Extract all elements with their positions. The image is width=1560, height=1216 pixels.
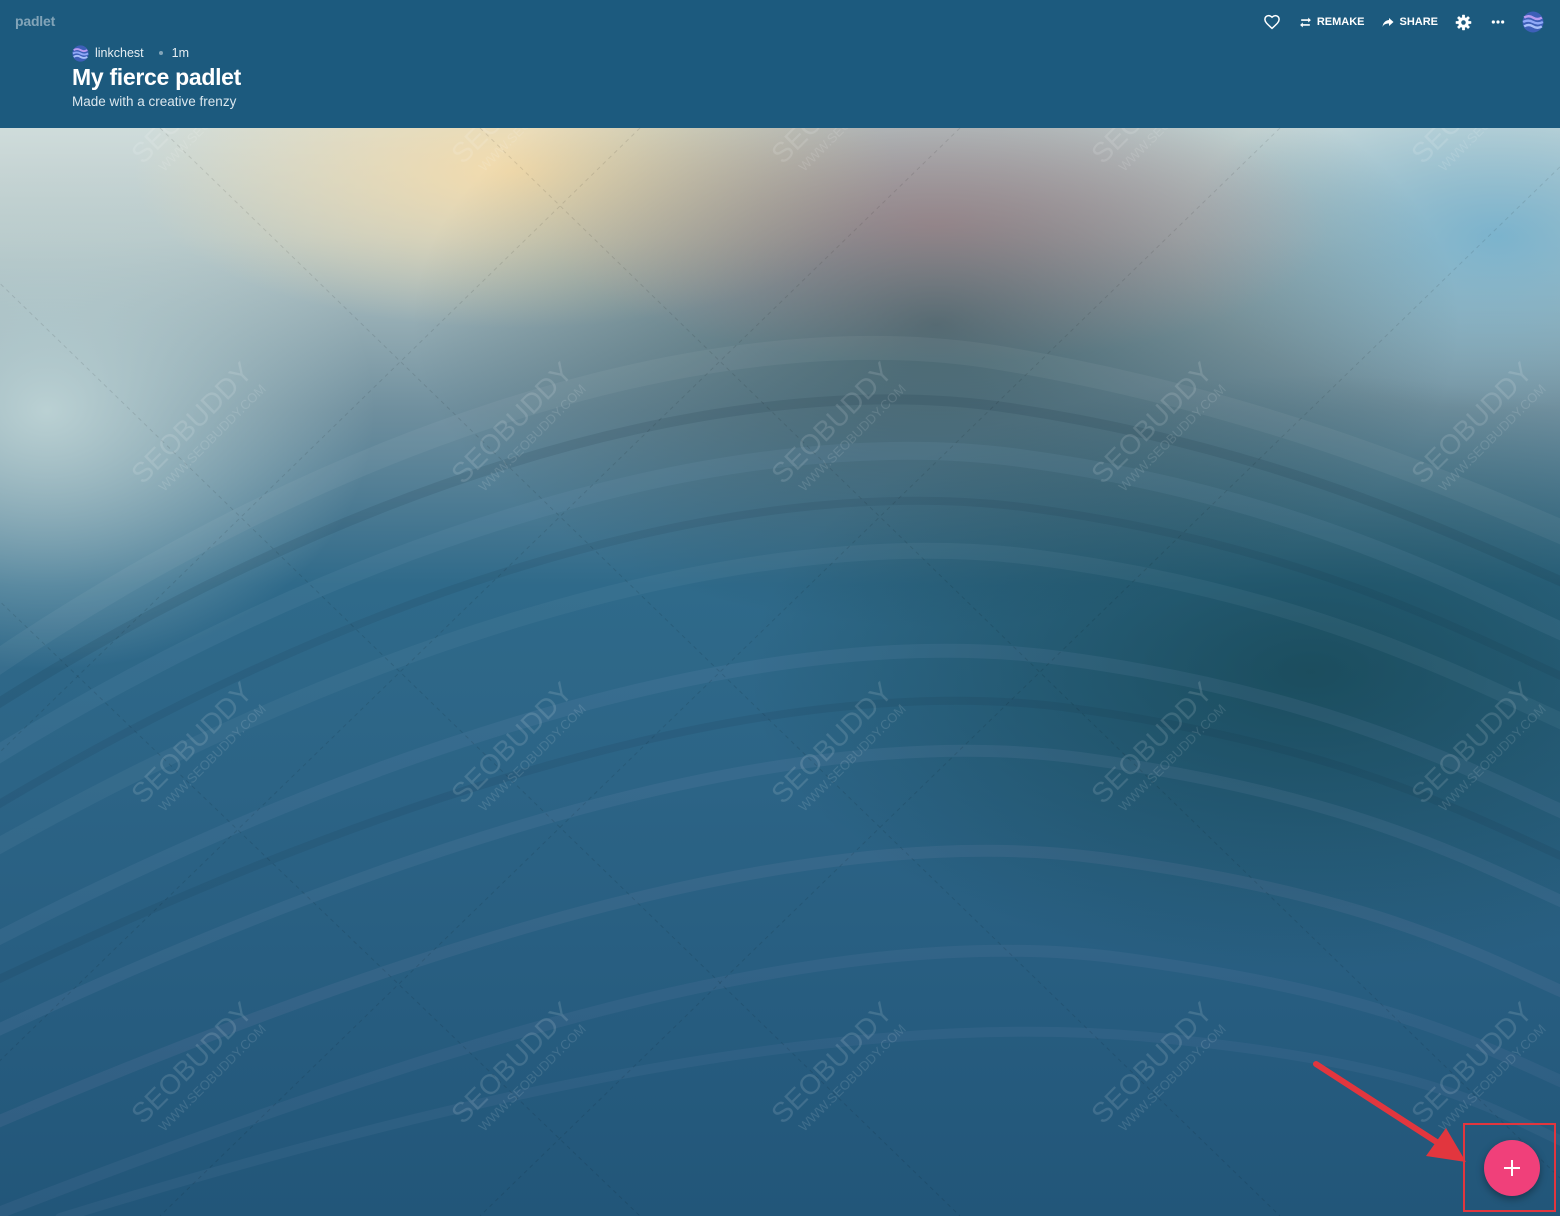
author-row: linkchest 1m: [72, 44, 190, 62]
padlet-wallpaper[interactable]: SEOBUDDY WWW.SEOBUDDY.COM SEOBUDDY WWW.SEOB…: [0, 128, 1560, 1216]
share-button[interactable]: SHARE: [1382, 16, 1438, 28]
like-button[interactable]: [1263, 13, 1281, 31]
user-avatar-button[interactable]: [1522, 11, 1544, 33]
padlet-page: padlet linkchest 1m My fierce padlet Mad…: [0, 0, 1560, 1216]
author-avatar[interactable]: [72, 44, 89, 62]
gear-icon: [1455, 14, 1472, 30]
padlet-logo[interactable]: padlet: [15, 13, 55, 29]
separator-dot: [158, 51, 163, 55]
settings-button[interactable]: [1455, 14, 1472, 31]
author-name[interactable]: linkchest: [95, 46, 144, 60]
padlet-header: padlet linkchest 1m My fierce padlet Mad…: [0, 0, 1560, 128]
avatar: [1522, 11, 1544, 33]
share-icon: [1382, 18, 1394, 27]
more-icon: [1491, 20, 1505, 24]
toolbar: REMAKE SHARE: [1263, 10, 1544, 34]
page-subtitle[interactable]: Made with a creative frenzy: [72, 94, 236, 109]
share-label: SHARE: [1399, 16, 1438, 28]
more-button[interactable]: [1490, 14, 1506, 30]
time-ago: 1m: [171, 46, 190, 60]
remake-button[interactable]: REMAKE: [1299, 16, 1365, 29]
heart-icon: [1263, 14, 1280, 30]
wave-streaks: [0, 335, 1560, 1216]
remake-icon: [1299, 17, 1311, 27]
plus-icon: [1504, 1160, 1520, 1176]
remake-label: REMAKE: [1316, 16, 1365, 28]
page-title[interactable]: My fierce padlet: [72, 64, 241, 91]
add-post-button[interactable]: [1484, 1140, 1540, 1196]
